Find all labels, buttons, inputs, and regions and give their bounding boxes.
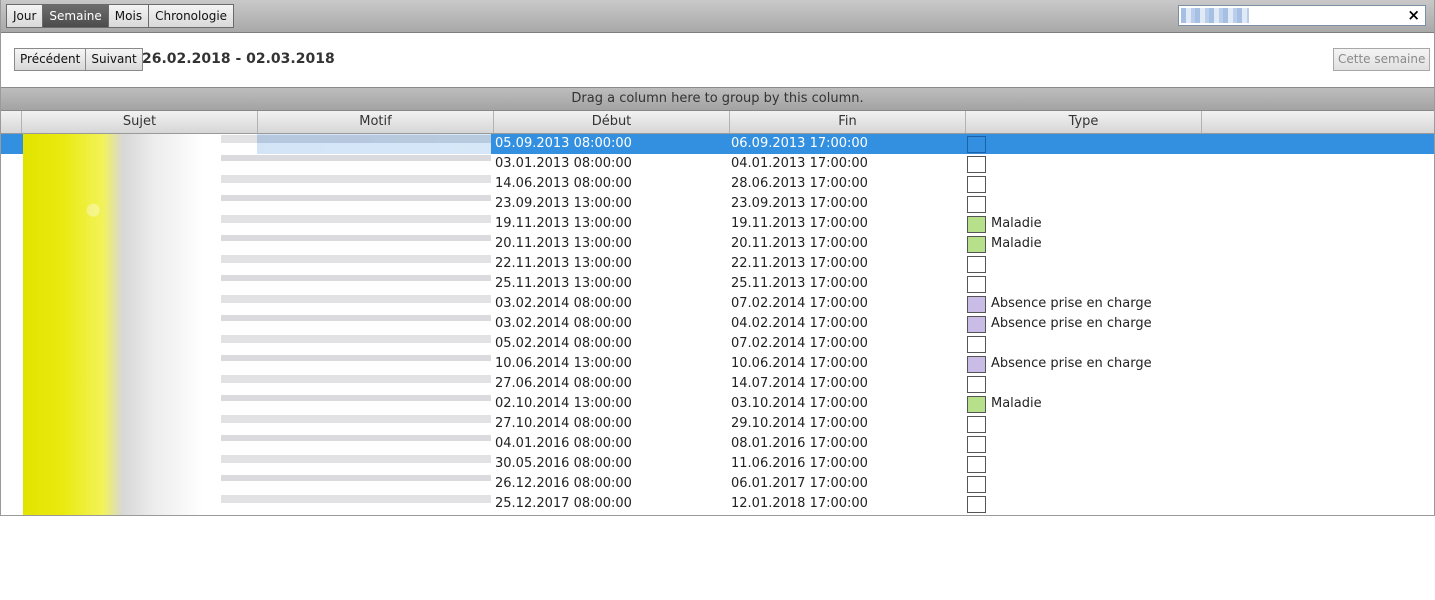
cell-debut: 10.06.2014 13:00:00 [495,356,632,371]
type-color-swatch [967,496,986,513]
type-color-swatch [967,296,986,313]
cell-type: Maladie [991,396,1042,411]
close-icon[interactable]: × [1407,6,1420,25]
view-month-button[interactable]: Mois [107,4,150,28]
cell-debut: 25.11.2013 13:00:00 [495,276,632,291]
type-color-swatch [967,356,986,373]
cell-debut: 26.12.2016 08:00:00 [495,476,632,491]
column-header-type[interactable]: Type [966,111,1202,133]
cell-type: Absence prise en charge [991,316,1152,331]
search-box[interactable]: × [1178,5,1426,26]
view-toolbar: Jour Semaine Mois Chronologie × [1,0,1434,33]
cell-debut: 27.06.2014 08:00:00 [495,376,632,391]
date-nav-buttons: Précédent Suivant [14,48,143,71]
scheduler-app: Jour Semaine Mois Chronologie × Précéden… [0,0,1435,516]
column-header-motif[interactable]: Motif [258,111,494,133]
column-header-sujet[interactable]: Sujet [22,111,258,133]
cell-fin: 08.01.2016 17:00:00 [731,436,868,451]
cell-debut: 30.05.2016 08:00:00 [495,456,632,471]
cell-fin: 04.02.2014 17:00:00 [731,316,868,331]
cell-fin: 03.10.2014 17:00:00 [731,396,868,411]
type-color-swatch [967,156,986,173]
cell-type: Maladie [991,236,1042,251]
type-color-swatch [967,456,986,473]
cell-fin: 14.07.2014 17:00:00 [731,376,868,391]
view-timeline-button[interactable]: Chronologie [148,4,235,28]
cell-fin: 04.01.2013 17:00:00 [731,156,868,171]
cell-debut: 27.10.2014 08:00:00 [495,416,632,431]
redacted-motif-column [221,134,491,515]
redacted-search-text [1181,8,1249,23]
cell-debut: 14.06.2013 08:00:00 [495,176,632,191]
cell-debut: 03.02.2014 08:00:00 [495,296,632,311]
type-color-swatch [967,476,986,493]
date-navigation-bar: Précédent Suivant 26.02.2018 - 02.03.201… [1,33,1434,88]
type-color-swatch [967,256,986,273]
type-color-swatch [967,436,986,453]
column-header-fin[interactable]: Fin [730,111,966,133]
type-color-swatch [967,396,986,413]
cell-fin: 07.02.2014 17:00:00 [731,296,868,311]
cell-fin: 06.01.2017 17:00:00 [731,476,868,491]
cell-fin: 19.11.2013 17:00:00 [731,216,868,231]
cell-fin: 29.10.2014 17:00:00 [731,416,868,431]
type-color-swatch [967,176,986,193]
cell-fin: 28.06.2013 17:00:00 [731,176,868,191]
cell-fin: 20.11.2013 17:00:00 [731,236,868,251]
cell-debut: 04.01.2016 08:00:00 [495,436,632,451]
cell-fin: 22.11.2013 17:00:00 [731,256,868,271]
view-week-button[interactable]: Semaine [42,4,109,28]
cell-debut: 25.12.2017 08:00:00 [495,496,632,511]
type-color-swatch [967,416,986,433]
grid-header: Sujet Motif Début Fin Type [1,111,1434,134]
cell-debut: 02.10.2014 13:00:00 [495,396,632,411]
cell-type: Absence prise en charge [991,296,1152,311]
cell-debut: 23.09.2013 13:00:00 [495,196,632,211]
cell-fin: 12.01.2018 17:00:00 [731,496,868,511]
type-color-swatch [967,236,986,253]
cell-fin: 07.02.2014 17:00:00 [731,336,868,351]
cell-fin: 23.09.2013 17:00:00 [731,196,868,211]
header-indent [1,111,22,133]
cell-fin: 25.11.2013 17:00:00 [731,276,868,291]
view-switcher: Jour Semaine Mois Chronologie [6,4,235,28]
next-button[interactable]: Suivant [85,48,143,71]
type-color-swatch [967,376,986,393]
cell-debut: 05.02.2014 08:00:00 [495,336,632,351]
previous-button[interactable]: Précédent [14,48,87,71]
cell-debut: 19.11.2013 13:00:00 [495,216,632,231]
search-input[interactable] [1253,7,1397,24]
cell-debut: 22.11.2013 13:00:00 [495,256,632,271]
type-color-swatch [967,136,986,153]
cell-debut: 03.01.2013 08:00:00 [495,156,632,171]
type-color-swatch [967,196,986,213]
this-week-button[interactable]: Cette semaine [1333,48,1431,71]
date-range-label: 26.02.2018 - 02.03.2018 [142,51,335,67]
cell-debut: 03.02.2014 08:00:00 [495,316,632,331]
column-header-debut[interactable]: Début [494,111,730,133]
type-color-swatch [967,216,986,233]
type-color-swatch [967,316,986,333]
cell-debut: 20.11.2013 13:00:00 [495,236,632,251]
cell-type: Absence prise en charge [991,356,1152,371]
cell-fin: 10.06.2014 17:00:00 [731,356,868,371]
cell-fin: 06.09.2013 17:00:00 [731,136,868,151]
cell-fin: 11.06.2016 17:00:00 [731,456,868,471]
cell-debut: 05.09.2013 08:00:00 [495,136,632,151]
type-color-swatch [967,336,986,353]
type-color-swatch [967,276,986,293]
cell-type: Maladie [991,216,1042,231]
group-by-panel[interactable]: Drag a column here to group by this colu… [1,88,1434,111]
view-day-button[interactable]: Jour [6,4,44,28]
